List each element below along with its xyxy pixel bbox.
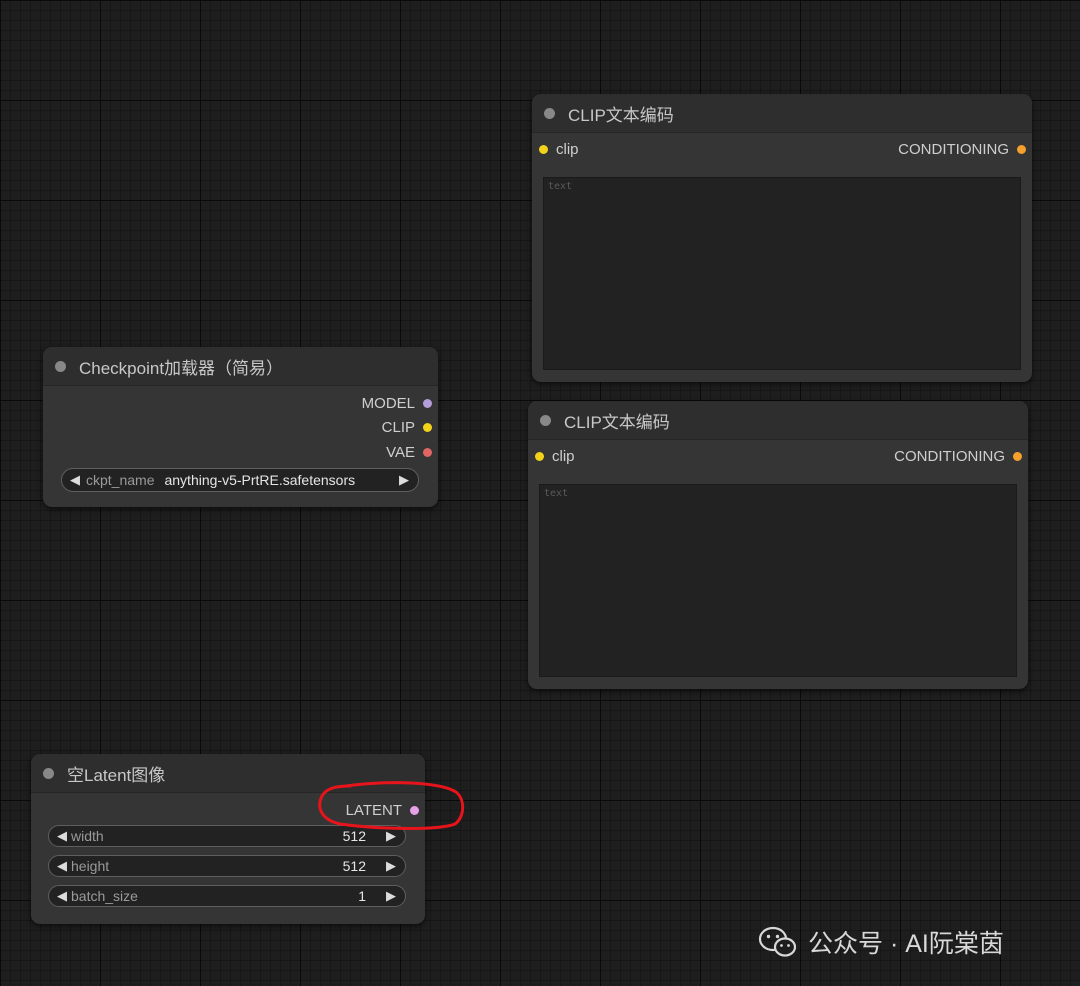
right-arrow-icon[interactable]: ▶ — [395, 472, 413, 488]
ckpt-name-combo[interactable]: ◀ ckpt_name anything-v5-PrtRE.safetensor… — [61, 468, 419, 492]
node-title: Checkpoint加载器（简易） — [79, 358, 284, 378]
node-title: CLIP文本编码 — [564, 412, 670, 432]
left-arrow-icon[interactable]: ◀ — [66, 472, 84, 488]
ckpt-name-label: ckpt_name — [86, 472, 155, 488]
width-number-widget[interactable]: ◀ width 512 ▶ — [48, 825, 406, 847]
node-title-bar[interactable]: CLIP文本编码 — [528, 401, 1028, 440]
increment-arrow-icon[interactable]: ▶ — [382, 828, 400, 844]
height-value: 512 — [342, 858, 366, 874]
decrement-arrow-icon[interactable]: ◀ — [53, 828, 71, 844]
clip-output-slot[interactable]: CLIP — [382, 416, 432, 438]
node-title-bar[interactable]: 空Latent图像 — [31, 754, 425, 793]
batch-size-label: batch_size — [71, 888, 138, 904]
latent-output-label: LATENT — [345, 801, 402, 819]
clip-text-encode-node-1[interactable]: CLIP文本编码 clip CONDITIONING text — [532, 94, 1032, 382]
vae-output-slot[interactable]: VAE — [386, 441, 432, 463]
text-prompt-input[interactable]: text — [543, 177, 1021, 370]
width-label: width — [71, 828, 104, 844]
model-output-slot[interactable]: MODEL — [362, 392, 432, 414]
clip-input-slot[interactable]: clip — [535, 445, 575, 467]
decrement-arrow-icon[interactable]: ◀ — [53, 888, 71, 904]
decrement-arrow-icon[interactable]: ◀ — [53, 858, 71, 874]
clip-input-dot-icon[interactable] — [535, 451, 544, 461]
vae-output-dot-icon[interactable] — [423, 447, 432, 457]
collapse-dot-icon[interactable] — [43, 767, 54, 779]
clip-input-label: clip — [552, 447, 575, 465]
text-placeholder: text — [544, 488, 569, 499]
collapse-dot-icon[interactable] — [544, 107, 555, 119]
collapse-dot-icon[interactable] — [55, 360, 66, 372]
conditioning-output-dot-icon[interactable] — [1013, 451, 1022, 461]
latent-output-slot[interactable]: LATENT — [346, 799, 419, 821]
conditioning-output-dot-icon[interactable] — [1017, 144, 1026, 154]
vae-output-label: VAE — [386, 443, 415, 461]
clip-text-encode-node-2[interactable]: CLIP文本编码 clip CONDITIONING text — [528, 401, 1028, 689]
watermark-text: 公众号 · AI阮棠茵 — [808, 930, 1004, 958]
empty-latent-node[interactable]: 空Latent图像 LATENT ◀ width 512 ▶ ◀ height … — [31, 754, 425, 924]
watermark: 公众号 · AI阮棠茵 — [758, 922, 1004, 962]
clip-input-label: clip — [556, 140, 579, 158]
conditioning-output-label: CONDITIONING — [898, 140, 1009, 158]
checkpoint-loader-node[interactable]: Checkpoint加载器（简易） MODEL CLIP VAE ◀ ckpt_… — [43, 347, 438, 507]
width-value: 512 — [342, 828, 366, 844]
node-title-bar[interactable]: CLIP文本编码 — [532, 94, 1032, 133]
node-title: CLIP文本编码 — [568, 105, 674, 125]
conditioning-output-slot[interactable]: CONDITIONING — [894, 445, 1022, 467]
clip-input-slot[interactable]: clip — [539, 138, 579, 160]
text-prompt-input[interactable]: text — [539, 484, 1017, 677]
conditioning-output-slot[interactable]: CONDITIONING — [898, 138, 1026, 160]
node-title: 空Latent图像 — [67, 765, 166, 785]
clip-output-dot-icon[interactable] — [423, 422, 432, 432]
model-output-dot-icon[interactable] — [423, 398, 432, 408]
node-title-bar[interactable]: Checkpoint加载器（简易） — [43, 347, 438, 386]
height-number-widget[interactable]: ◀ height 512 ▶ — [48, 855, 406, 877]
increment-arrow-icon[interactable]: ▶ — [382, 858, 400, 874]
clip-output-label: CLIP — [381, 418, 415, 436]
model-output-label: MODEL — [361, 394, 415, 412]
height-label: height — [71, 858, 110, 874]
increment-arrow-icon[interactable]: ▶ — [382, 888, 400, 904]
text-placeholder: text — [548, 181, 573, 192]
batch-size-value: 1 — [358, 888, 366, 904]
batch-size-number-widget[interactable]: ◀ batch_size 1 ▶ — [48, 885, 406, 907]
conditioning-output-label: CONDITIONING — [894, 447, 1005, 465]
collapse-dot-icon[interactable] — [540, 414, 551, 426]
clip-input-dot-icon[interactable] — [539, 144, 548, 154]
latent-output-dot-icon[interactable] — [410, 805, 419, 815]
wechat-icon — [758, 926, 797, 957]
ckpt-name-value: anything-v5-PrtRE.safetensors — [164, 472, 356, 488]
